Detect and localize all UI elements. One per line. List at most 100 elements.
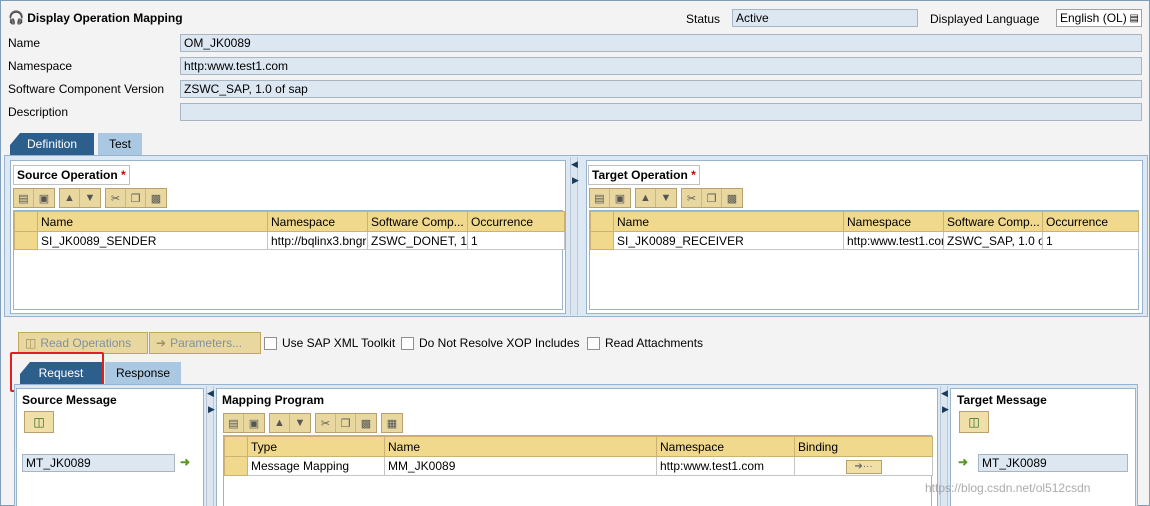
delete-row-icon[interactable]: ▣ [610,189,630,207]
source-message-arrow-icon: ➜ [180,455,191,469]
cell-name[interactable]: SI_JK0089_RECEIVER [613,231,844,250]
target-message-title: Target Message [957,393,1047,407]
select-all-cell[interactable] [14,211,38,232]
insert-row-icon[interactable]: ▤ [224,414,244,432]
dropdown-icon[interactable]: ▤ [1130,11,1139,26]
move-up-icon[interactable]: ▲ [270,414,290,432]
move-down-icon[interactable]: ▼ [656,189,676,207]
target-message-arrow-icon: ➜ [958,455,969,469]
move-up-icon[interactable]: ▲ [60,189,80,207]
tab-response[interactable]: Response [105,362,181,384]
cut-icon[interactable]: ✂ [316,414,336,432]
swcv-field: ZSWC_SAP, 1.0 of sap [180,80,1142,98]
collapse-left-icon[interactable]: ◀ [941,388,948,399]
column-header-occurrence[interactable]: Occurrence [1042,211,1139,232]
expand-right-icon[interactable]: ▶ [572,175,579,186]
cell-namespace[interactable]: http:www.test1.com [656,456,795,476]
cut-icon[interactable]: ✂ [682,189,702,207]
cell-occurrence[interactable]: 1 [467,231,565,250]
no-resolve-xop-label: Do Not Resolve XOP Includes [419,336,580,350]
paste-icon[interactable]: ▩ [722,189,742,207]
copy-icon[interactable]: ❐ [336,414,356,432]
cell-swc[interactable]: ZSWC_SAP, 1.0 of [943,231,1043,250]
column-header-type[interactable]: Type [247,436,385,457]
required-asterisk: * [691,168,696,182]
table-row[interactable]: SI_JK0089_RECEIVER http:www.test1.com ZS… [590,231,1139,250]
column-header-binding[interactable]: Binding [794,436,933,457]
arrow-right-icon: ➔ [156,336,167,350]
document-icon[interactable]: ▦ [382,414,402,432]
source-message-open-button[interactable]: ◫ [24,411,54,433]
insert-group: ▤ ▣ [589,188,631,208]
column-header-name[interactable]: Name [613,211,844,232]
cell-occurrence[interactable]: 1 [1042,231,1139,250]
insert-row-icon[interactable]: ▤ [590,189,610,207]
vertical-splitter[interactable]: ◀ ▶ [570,157,579,315]
read-operations-button[interactable]: ◫ Read Operations [18,332,148,354]
use-xml-toolkit-checkbox[interactable]: Use SAP XML Toolkit [264,336,395,350]
insert-group: ▤ ▣ [13,188,55,208]
paste-icon[interactable]: ▩ [146,189,166,207]
language-select[interactable]: English (OL) ▤ [1056,9,1142,27]
watermark-text: https://blog.csdn.net/ol512csdn [925,481,1091,495]
column-header-namespace[interactable]: Namespace [843,211,944,232]
delete-row-icon[interactable]: ▣ [34,189,54,207]
target-operation-toolbar: ▤ ▣ ▲ ▼ ✂ ❐ ▩ [589,188,743,208]
delete-row-icon[interactable]: ▣ [244,414,264,432]
table-row[interactable]: Message Mapping MM_JK0089 http:www.test1… [224,456,933,476]
checkbox-box[interactable] [587,336,600,350]
clipboard-group: ✂ ❐ ▩ [105,188,167,208]
select-all-cell[interactable] [590,211,614,232]
cell-type[interactable]: Message Mapping [247,456,385,476]
description-field[interactable] [180,103,1142,121]
column-header-namespace[interactable]: Namespace [267,211,368,232]
insert-row-icon[interactable]: ▤ [14,189,34,207]
window-title: 🎧 Display Operation Mapping [8,10,183,26]
expand-right-icon[interactable]: ▶ [208,404,215,415]
parameters-button[interactable]: ➔ Parameters... [149,332,261,354]
checkbox-box[interactable] [401,336,414,350]
mapping-program-table-wrap: Type Name Namespace Binding Message Mapp… [223,435,933,506]
table-row[interactable]: SI_JK0089_SENDER http://bqlinx3.bngrp ZS… [14,231,565,250]
checkbox-box[interactable] [264,336,277,350]
copy-icon[interactable]: ❐ [126,189,146,207]
column-header-swc[interactable]: Software Comp... [367,211,468,232]
collapse-left-icon[interactable]: ◀ [571,159,578,170]
tab-definition[interactable]: Definition [10,133,94,155]
column-header-namespace[interactable]: Namespace [656,436,795,457]
tab-test[interactable]: Test [98,133,142,155]
cell-swc[interactable]: ZSWC_DONET, 1.0 [367,231,468,250]
move-group: ▲ ▼ [269,413,311,433]
row-selector[interactable] [224,456,248,476]
read-operations-label: Read Operations [40,336,132,350]
column-header-name[interactable]: Name [384,436,657,457]
paste-icon[interactable]: ▩ [356,414,376,432]
move-up-icon[interactable]: ▲ [636,189,656,207]
read-attachments-label: Read Attachments [605,336,704,350]
row-selector[interactable] [14,231,38,250]
column-header-name[interactable]: Name [37,211,268,232]
source-operation-table-wrap: Name Namespace Software Comp... Occurren… [13,210,565,310]
binding-button[interactable]: ➔··· [845,460,882,474]
read-attachments-checkbox[interactable]: Read Attachments [587,336,703,350]
name-field: OM_JK0089 [180,34,1142,52]
cell-namespace[interactable]: http://bqlinx3.bngrp [267,231,368,250]
collapse-left-icon[interactable]: ◀ [207,388,214,399]
row-selector[interactable] [590,231,614,250]
cell-binding[interactable]: ➔··· [794,456,933,476]
move-down-icon[interactable]: ▼ [80,189,100,207]
select-all-cell[interactable] [224,436,248,457]
cell-namespace[interactable]: http:www.test1.com [843,231,944,250]
copy-icon[interactable]: ❐ [702,189,722,207]
cell-name[interactable]: MM_JK0089 [384,456,657,476]
expand-right-icon[interactable]: ▶ [942,404,949,415]
target-message-open-button[interactable]: ◫ [959,411,989,433]
no-resolve-xop-checkbox[interactable]: Do Not Resolve XOP Includes [401,336,580,350]
left-splitter[interactable]: ◀ ▶ [206,386,215,506]
move-down-icon[interactable]: ▼ [290,414,310,432]
swcv-label: Software Component Version [8,82,165,96]
column-header-occurrence[interactable]: Occurrence [467,211,565,232]
column-header-swc[interactable]: Software Comp... [943,211,1043,232]
cut-icon[interactable]: ✂ [106,189,126,207]
cell-name[interactable]: SI_JK0089_SENDER [37,231,268,250]
